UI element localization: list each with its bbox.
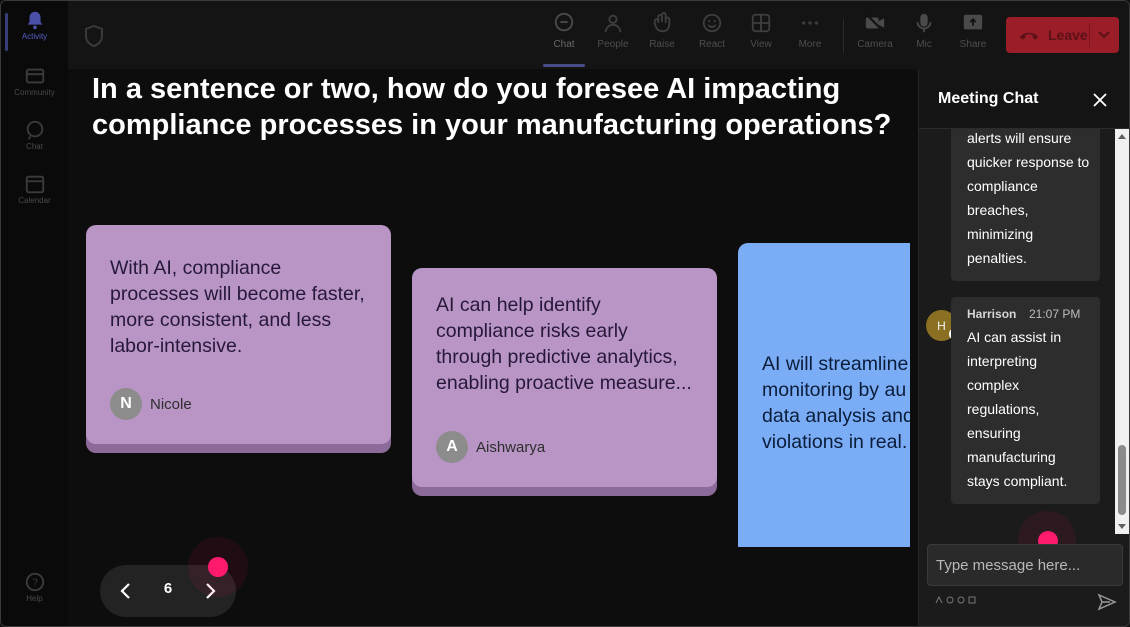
pointer-dot: [208, 557, 228, 577]
view-button[interactable]: View: [738, 11, 784, 61]
message-input[interactable]: [936, 545, 1116, 585]
scroll-up-icon[interactable]: [1118, 132, 1126, 140]
response-text-lines: AI will streamline monitoring by au data…: [762, 353, 910, 453]
app-rail: Activity Community Chat Calendar ? Help: [1, 1, 68, 626]
message-sender: Harrison: [967, 307, 1017, 321]
response-card[interactable]: AI can help identify compliance risks ea…: [412, 268, 717, 487]
message-text: AI can assist in interpreting complex re…: [967, 329, 1068, 489]
mic-label: Mic: [916, 39, 932, 50]
chat-icon: [26, 120, 43, 140]
smiley-icon: [702, 13, 722, 33]
page-number: 6: [163, 580, 173, 597]
format-toolbar: [935, 596, 976, 604]
message-text: alerts will ensure quicker response to c…: [967, 130, 1090, 266]
response-text: With AI, compliance processes will becom…: [110, 257, 365, 357]
scrollbar-thumb[interactable]: [1118, 445, 1126, 515]
mic-icon: [916, 13, 932, 33]
response-author: N Nicole: [110, 388, 192, 420]
people-label: People: [597, 39, 629, 50]
rail-label: Chat: [26, 142, 43, 151]
chat-header: Meeting Chat: [919, 69, 1129, 129]
camera-label: Camera: [857, 39, 893, 50]
calendar-icon: [25, 175, 44, 194]
response-author: A Aishwarya: [436, 431, 545, 463]
poll-question: In a sentence or two, how do you foresee…: [92, 73, 892, 141]
bell-icon: [27, 11, 42, 30]
share-icon: [963, 14, 983, 30]
rail-label: Community: [14, 88, 55, 97]
avatar: N: [110, 388, 142, 420]
message-time: 21:07 PM: [1029, 307, 1081, 321]
rail-label: Help: [26, 594, 43, 603]
rail-item-calendar[interactable]: Calendar: [1, 173, 68, 223]
chat-message: Harrison 21:07 PM AI can assist in inter…: [951, 297, 1100, 504]
format-icon[interactable]: [935, 596, 943, 604]
chevron-left-icon[interactable]: [118, 579, 134, 603]
response-text: AI will streamline monitoring by au data…: [762, 351, 910, 455]
chat-message: alerts will ensure quicker response to c…: [951, 129, 1100, 281]
mic-button[interactable]: Mic: [901, 11, 947, 61]
meeting-toolbar: Chat People Raise React View More Camera: [68, 1, 1129, 69]
scroll-down-icon[interactable]: [1118, 523, 1126, 531]
rail-item-chat[interactable]: Chat: [1, 119, 68, 169]
rail-label: Calendar: [18, 196, 51, 205]
phone-hangup-icon: [1019, 32, 1039, 40]
more-icon: [801, 21, 819, 25]
chat-icon: [554, 12, 574, 32]
chat-scrollbar[interactable]: [1115, 129, 1129, 534]
meeting-chat-panel: Meeting Chat alerts will ensure quicker …: [918, 69, 1129, 626]
svg-text:?: ?: [32, 578, 38, 589]
chat-title: Meeting Chat: [938, 90, 1039, 107]
chevron-down-icon[interactable]: [1096, 26, 1112, 44]
rail-item-community[interactable]: Community: [1, 65, 68, 115]
rail-item-activity[interactable]: Activity: [1, 9, 68, 59]
author-name: Nicole: [150, 395, 192, 413]
share-button[interactable]: Share: [950, 11, 996, 61]
view-label: View: [750, 39, 772, 50]
rail-label: Activity: [21, 32, 48, 41]
close-icon[interactable]: [1091, 91, 1109, 109]
response-card[interactable]: With AI, compliance processes will becom…: [86, 225, 391, 444]
leave-button[interactable]: Leave: [1006, 17, 1119, 53]
hand-icon: [653, 12, 671, 33]
raise-hand-button[interactable]: Raise: [639, 11, 685, 61]
chat-label: Chat: [553, 39, 575, 50]
camera-button[interactable]: Camera: [852, 11, 898, 61]
react-button[interactable]: React: [689, 11, 735, 61]
help-icon: ?: [25, 572, 44, 592]
leave-label: Leave: [1048, 27, 1088, 43]
raise-label: Raise: [649, 39, 675, 50]
gif-icon[interactable]: [968, 596, 976, 604]
leave-divider: [1089, 23, 1090, 47]
author-name: Aishwarya: [476, 438, 546, 456]
send-icon[interactable]: [1097, 592, 1117, 612]
presentation-stage: In a sentence or two, how do you foresee…: [68, 69, 918, 626]
emoji-icon[interactable]: [957, 596, 965, 604]
shield-icon: [85, 25, 103, 47]
people-icon: [604, 14, 622, 33]
grid-icon: [751, 13, 771, 33]
toolbar-divider: [843, 19, 844, 53]
message-compose: [927, 544, 1123, 586]
response-card[interactable]: AI will streamline monitoring by au data…: [738, 243, 910, 547]
more-button[interactable]: More: [787, 11, 833, 61]
more-label: More: [798, 39, 822, 50]
meeting-window: Activity Community Chat Calendar ? Help …: [0, 0, 1130, 627]
react-label: React: [698, 39, 726, 50]
avatar: A: [436, 431, 468, 463]
chat-button[interactable]: Chat: [541, 11, 587, 67]
community-icon: [25, 68, 44, 84]
people-button[interactable]: People: [590, 11, 636, 61]
attach-icon[interactable]: [946, 596, 954, 604]
share-label: Share: [959, 39, 987, 50]
rail-item-help[interactable]: ? Help: [1, 571, 68, 621]
camera-off-icon: [865, 13, 885, 33]
response-text: AI can help identify compliance risks ea…: [436, 294, 692, 394]
